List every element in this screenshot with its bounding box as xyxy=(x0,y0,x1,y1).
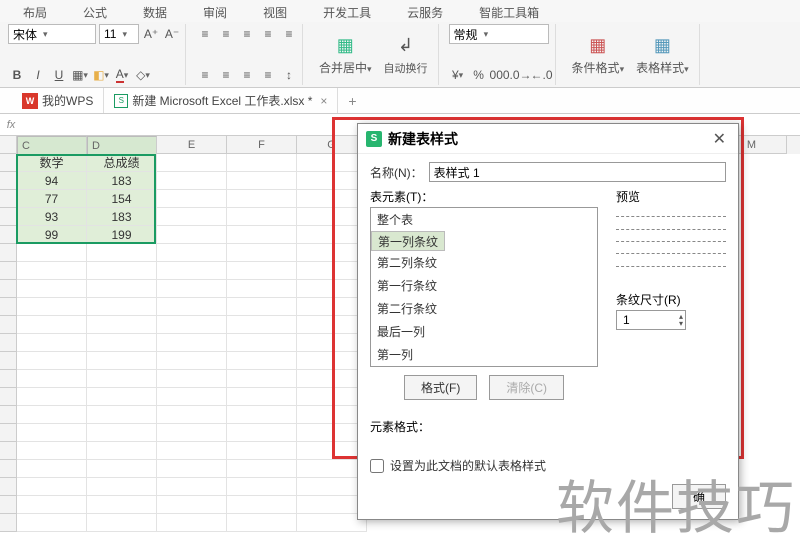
close-icon[interactable]: ✕ xyxy=(709,129,730,149)
comma-icon[interactable]: 000 xyxy=(491,65,509,85)
currency-icon[interactable]: ¥▾ xyxy=(449,65,467,85)
list-item[interactable]: 最后一列 xyxy=(371,320,597,343)
dec-dec-icon[interactable]: ←.0 xyxy=(533,65,551,85)
menu-formula[interactable]: 公式 xyxy=(65,0,125,22)
ribbon-menu: 布局 公式 数据 审阅 视图 开发工具 云服务 智能工具箱 xyxy=(0,0,800,22)
tab-xlsx[interactable]: S 新建 Microsoft Excel 工作表.xlsx * × xyxy=(104,88,338,113)
cell[interactable]: 183 xyxy=(87,208,157,226)
cell[interactable] xyxy=(227,154,297,172)
stripe-size-label: 条纹尺寸(R) xyxy=(616,293,681,307)
list-item[interactable]: 第二行条纹 xyxy=(371,297,597,320)
dec-inc-icon[interactable]: .0→ xyxy=(512,65,530,85)
align-top-icon[interactable]: ≡ xyxy=(196,24,214,44)
list-item[interactable]: 第一列 xyxy=(371,343,597,366)
cell[interactable]: 199 xyxy=(87,226,157,244)
colhdr-f[interactable]: F xyxy=(227,136,297,154)
fontsize-inc-icon[interactable]: A⁺ xyxy=(142,24,160,44)
menu-smart[interactable]: 智能工具箱 xyxy=(461,0,557,22)
ok-button[interactable]: 确 xyxy=(672,484,726,509)
format-button[interactable]: 格式(F) xyxy=(404,375,477,400)
border-button[interactable]: ▦▾ xyxy=(71,65,89,85)
spinner-arrows-icon[interactable]: ▴▾ xyxy=(679,313,683,327)
wps-icon: W xyxy=(22,93,38,109)
menu-layout[interactable]: 布局 xyxy=(5,0,65,22)
tab-wps[interactable]: W 我的WPS xyxy=(12,88,104,113)
align-right-icon[interactable]: ≡ xyxy=(238,65,256,85)
cell[interactable]: 77 xyxy=(17,190,87,208)
indent-inc-icon[interactable]: ≡ xyxy=(280,24,298,44)
clearfmt-button[interactable]: ◇▾ xyxy=(134,65,152,85)
menu-dev[interactable]: 开发工具 xyxy=(305,0,389,22)
align-justify-icon[interactable]: ≡ xyxy=(259,65,277,85)
align-left-icon[interactable]: ≡ xyxy=(196,65,214,85)
name-input[interactable] xyxy=(429,162,726,182)
colhdr-d[interactable]: D xyxy=(87,136,157,156)
new-table-style-dialog: S 新建表样式 ✕ 名称(N)： 表元素(T)： 整个表 第一列条纹 第二列条纹… xyxy=(357,123,739,520)
numformat-select[interactable]: 常规▾ xyxy=(449,24,549,44)
default-label: 设置为此文档的默认表格样式 xyxy=(390,457,546,474)
element-format-label: 元素格式： xyxy=(370,418,598,435)
xlsx-icon: S xyxy=(114,94,128,108)
cell[interactable]: 154 xyxy=(87,190,157,208)
menu-view[interactable]: 视图 xyxy=(245,0,305,22)
elements-listbox[interactable]: 整个表 第一列条纹 第二列条纹 第一行条纹 第二行条纹 最后一列 第一列 标题行 xyxy=(370,207,598,367)
ribbon-toolbar: 宋体▾ 11▾ A⁺ A⁻ B I U ▦▾ ◧▾ A▾ ◇▾ ≡ ≡ ≡ ≡ … xyxy=(0,22,800,88)
dialog-icon: S xyxy=(366,131,382,147)
menu-data[interactable]: 数据 xyxy=(125,0,185,22)
bold-button[interactable]: B xyxy=(8,65,26,85)
list-item[interactable]: 整个表 xyxy=(371,208,597,231)
elements-label: 表元素(T)： xyxy=(370,190,433,204)
cell[interactable]: 数学 xyxy=(17,154,87,172)
stripe-size-spinner[interactable]: 1 ▴▾ xyxy=(616,310,686,330)
align-mid-icon[interactable]: ≡ xyxy=(217,24,235,44)
name-label: 名称(N)： xyxy=(370,164,423,181)
condfmt-button[interactable]: ▦ 条件格式▾ xyxy=(566,24,631,85)
doc-tabs: W 我的WPS S 新建 Microsoft Excel 工作表.xlsx * … xyxy=(0,88,800,114)
preview-box xyxy=(616,207,726,277)
cell[interactable] xyxy=(157,154,227,172)
default-checkbox[interactable] xyxy=(370,459,384,473)
cell[interactable]: 183 xyxy=(87,172,157,190)
select-all-corner[interactable] xyxy=(0,136,17,154)
cell[interactable]: 93 xyxy=(17,208,87,226)
fontsize-select[interactable]: 11▾ xyxy=(99,24,139,44)
colhdr-c[interactable]: C xyxy=(17,136,87,156)
newtab-button[interactable]: + xyxy=(338,93,366,109)
wrap-button[interactable]: ↲ 自动换行 xyxy=(378,24,434,85)
colhdr-e[interactable]: E xyxy=(157,136,227,154)
indent-dec-icon[interactable]: ≡ xyxy=(259,24,277,44)
list-item[interactable]: 第一列条纹 xyxy=(371,231,445,251)
dialog-titlebar[interactable]: S 新建表样式 ✕ xyxy=(358,124,738,154)
clear-button[interactable]: 清除(C) xyxy=(489,375,564,400)
preview-label: 预览 xyxy=(616,190,640,204)
fontcolor-button[interactable]: A▾ xyxy=(113,65,131,85)
cell[interactable]: 99 xyxy=(17,226,87,244)
menu-cloud[interactable]: 云服务 xyxy=(389,0,461,22)
fx-icon[interactable]: fx xyxy=(0,119,16,131)
underline-button[interactable]: U xyxy=(50,65,68,85)
condfmt-icon: ▦ xyxy=(586,33,610,57)
fontsize-dec-icon[interactable]: A⁻ xyxy=(163,24,181,44)
orient-icon[interactable]: ↕ xyxy=(280,65,298,85)
align-bot-icon[interactable]: ≡ xyxy=(238,24,256,44)
dialog-title: 新建表样式 xyxy=(388,129,703,149)
tablestyle-button[interactable]: ▦ 表格样式▾ xyxy=(630,24,695,85)
menu-review[interactable]: 审阅 xyxy=(185,0,245,22)
list-item[interactable]: 第一行条纹 xyxy=(371,274,597,297)
cell[interactable]: 总成绩 xyxy=(87,154,157,172)
percent-icon[interactable]: % xyxy=(470,65,488,85)
fillcolor-button[interactable]: ◧▾ xyxy=(92,65,110,85)
font-select[interactable]: 宋体▾ xyxy=(8,24,96,44)
tablestyle-icon: ▦ xyxy=(650,33,674,57)
cell[interactable]: 94 xyxy=(17,172,87,190)
list-item[interactable]: 第二列条纹 xyxy=(371,251,597,274)
italic-button[interactable]: I xyxy=(29,65,47,85)
merge-button[interactable]: ▦ 合并居中▾ xyxy=(313,24,378,85)
wrap-icon: ↲ xyxy=(394,34,418,58)
merge-icon: ▦ xyxy=(333,33,357,57)
close-icon[interactable]: × xyxy=(320,94,327,108)
align-center-icon[interactable]: ≡ xyxy=(217,65,235,85)
